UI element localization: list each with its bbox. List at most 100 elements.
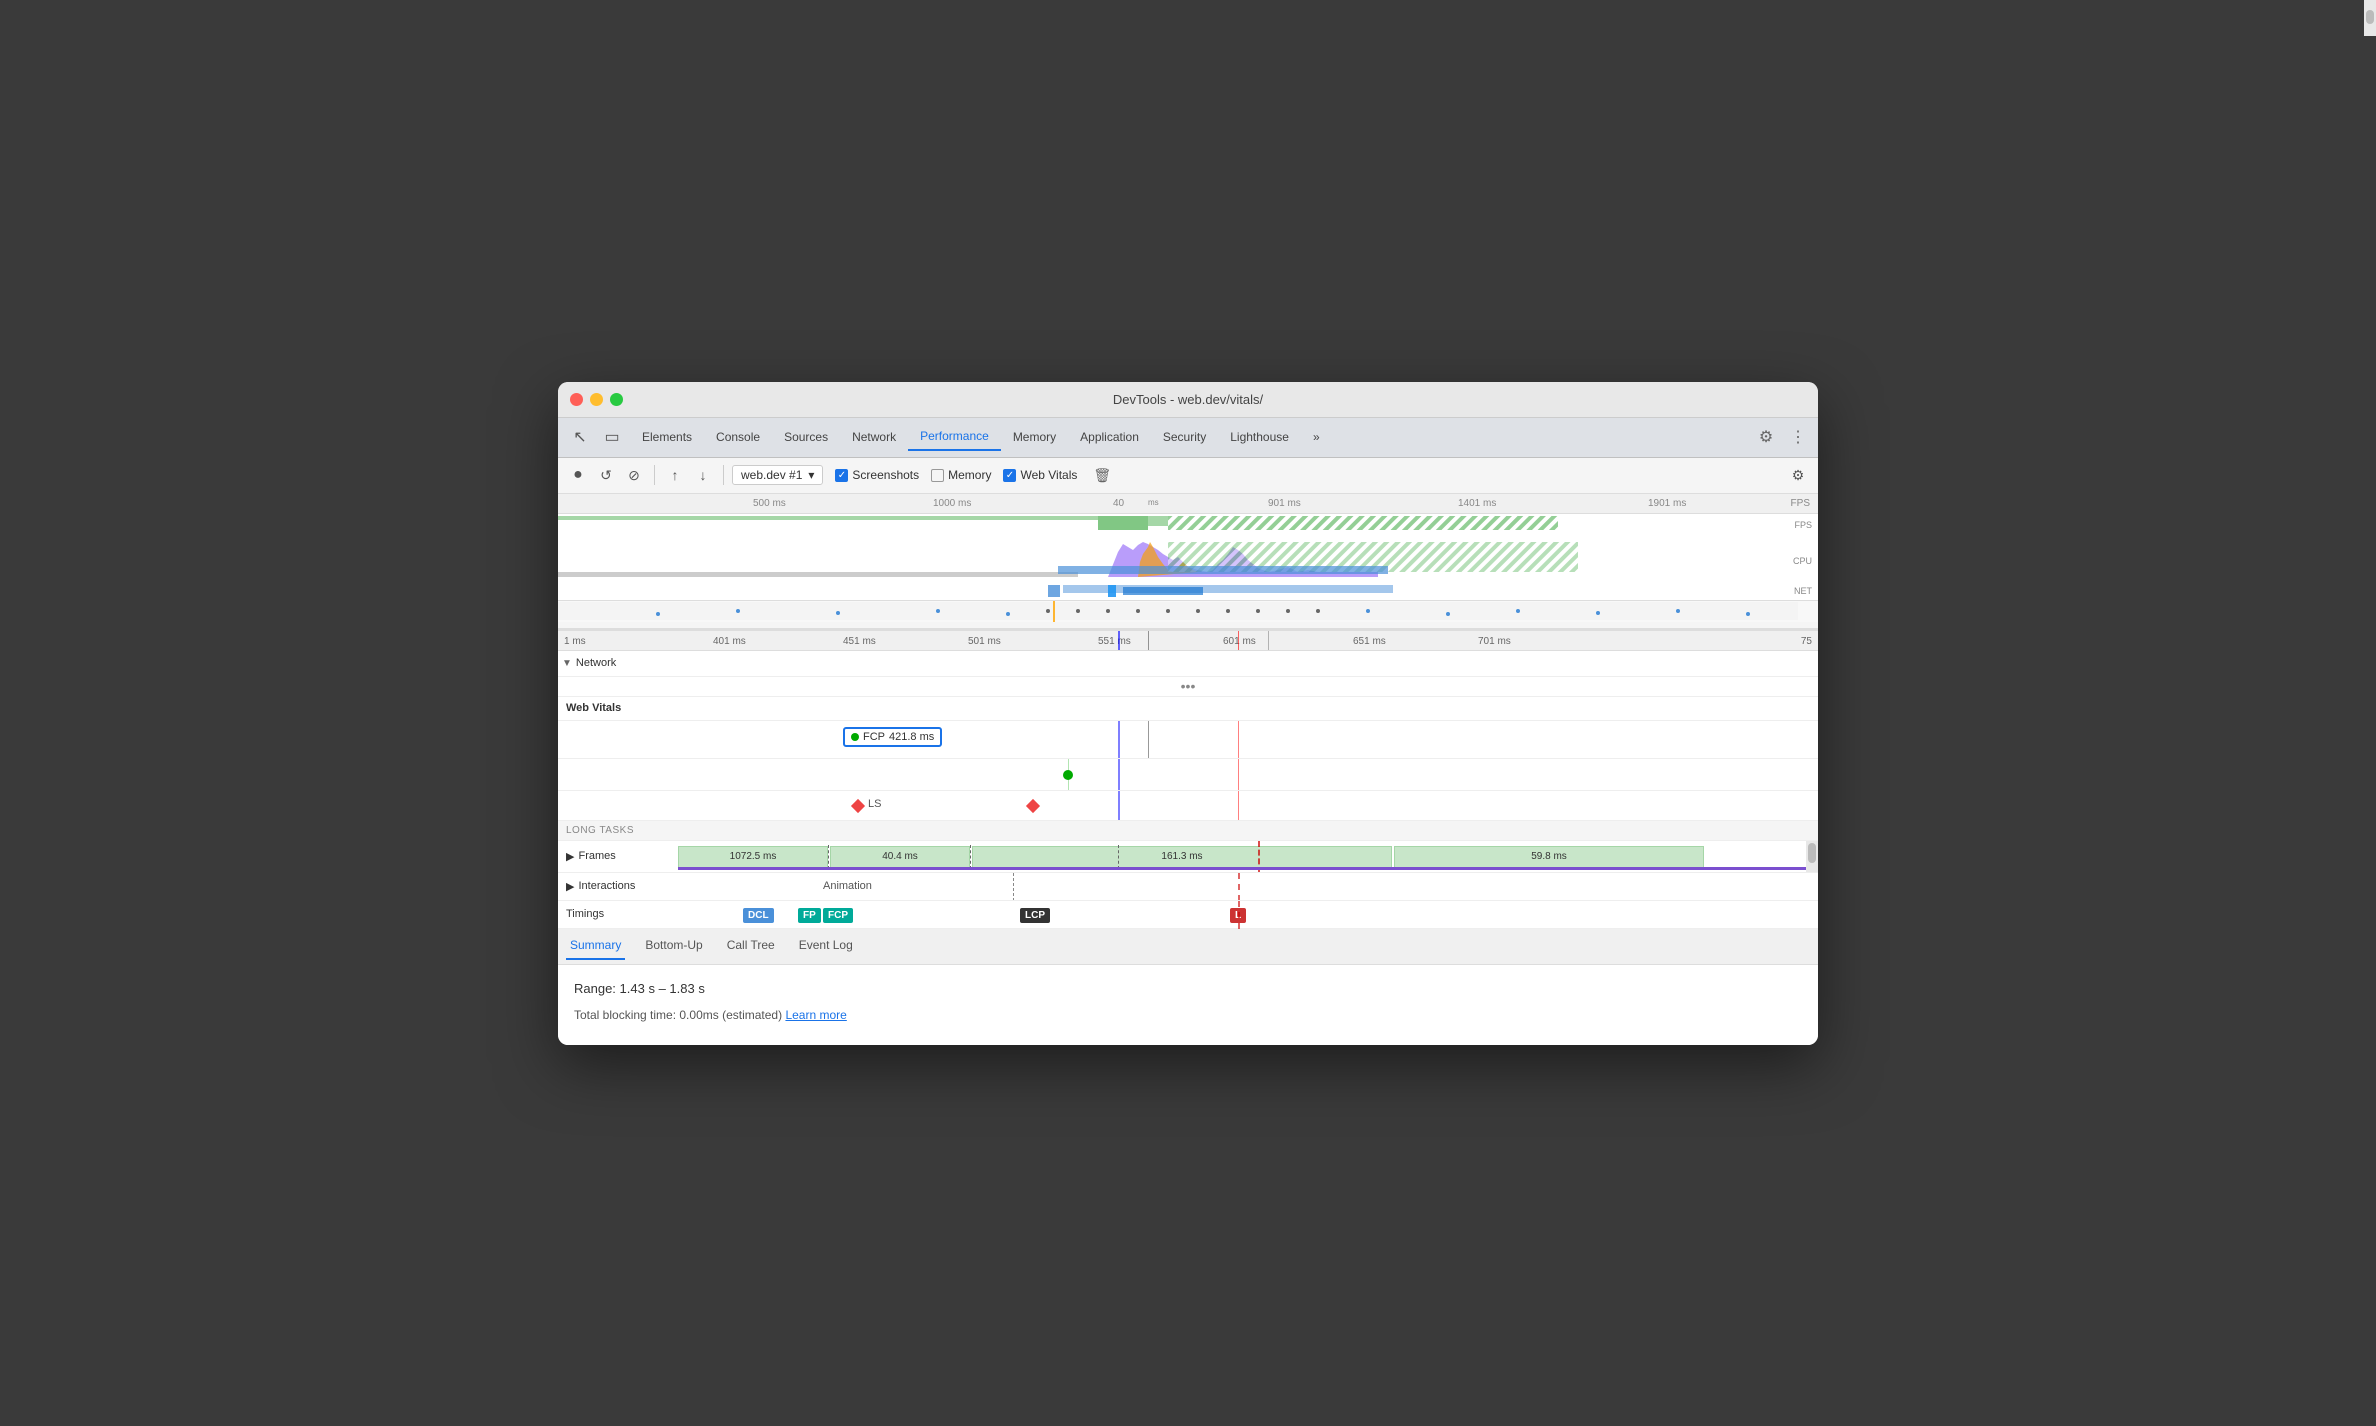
screenshots-chart xyxy=(558,600,1818,622)
web-vitals-rows: FCP 421.8 ms LS xyxy=(558,721,1818,821)
interactions-label-cell: ▶ Interactions xyxy=(558,880,678,893)
toolbar-separator-2 xyxy=(723,465,724,485)
frame-block-4[interactable]: 59.8 ms xyxy=(1394,846,1704,868)
frame-block-1[interactable]: 1072.5 ms xyxy=(678,846,828,868)
fcp-value: 421.8 ms xyxy=(889,731,934,743)
lcp-row xyxy=(558,759,1818,791)
vline-blue-fcp xyxy=(1118,721,1120,758)
frame-block-2[interactable]: 40.4 ms xyxy=(830,846,970,868)
ruler-tick-ms: ms xyxy=(1148,498,1159,507)
frame-block-2-label: 40.4 ms xyxy=(882,851,918,862)
tab-summary[interactable]: Summary xyxy=(566,932,625,960)
vline-blue-1 xyxy=(1118,631,1120,650)
timing-dcl[interactable]: DCL xyxy=(743,905,774,923)
frames-label-cell: ▶ Frames xyxy=(558,850,678,863)
device-icon[interactable]: ▭ xyxy=(598,423,626,451)
clear-button[interactable]: ⊘ xyxy=(622,463,646,487)
source-select[interactable]: web.dev #1 ▾ xyxy=(732,465,823,485)
frame-block-3[interactable]: 161.3 ms xyxy=(972,846,1392,868)
vline-blue-lcp xyxy=(1118,759,1120,790)
close-button[interactable] xyxy=(570,393,583,406)
frame-sep-3 xyxy=(1118,845,1119,869)
screenshots-checkbox[interactable]: ✓ Screenshots xyxy=(835,468,919,482)
download-button[interactable]: ↓ xyxy=(691,463,715,487)
interactions-expand-icon[interactable]: ▶ xyxy=(566,880,574,893)
reload-button[interactable]: ↺ xyxy=(594,463,618,487)
scrollbar-thumb-frames[interactable] xyxy=(1808,843,1816,863)
timing-lcp[interactable]: LCP xyxy=(1020,905,1050,923)
ruler-551ms: 551 ms xyxy=(1098,636,1131,647)
frames-expand-icon[interactable]: ▶ xyxy=(566,850,574,863)
tab-lighthouse[interactable]: Lighthouse xyxy=(1218,424,1301,450)
network-section-row: ▼ Network xyxy=(558,651,1818,677)
record-button[interactable]: ● xyxy=(566,463,590,487)
bottom-tabs: Summary Bottom-Up Call Tree Event Log xyxy=(558,929,1818,965)
tab-network[interactable]: Network xyxy=(840,424,908,450)
dots-label: ••• xyxy=(1181,678,1196,694)
interactions-red-dashed xyxy=(1238,873,1240,901)
minimize-button[interactable] xyxy=(590,393,603,406)
net-row: NET xyxy=(558,582,1818,600)
web-vitals-checkbox[interactable]: ✓ Web Vitals xyxy=(1003,468,1077,482)
frames-track: 1072.5 ms 40.4 ms 161.3 ms 59.8 ms xyxy=(678,845,1806,869)
frames-row: ▶ Frames 1072.5 ms 40.4 ms 161.3 ms 59.8… xyxy=(558,841,1818,873)
toolbar-separator-1 xyxy=(654,465,655,485)
tab-memory[interactable]: Memory xyxy=(1001,424,1068,450)
fcp-timing-badge: FCP xyxy=(823,908,853,923)
chevron-down-icon: ▾ xyxy=(808,468,814,482)
network-label: Network xyxy=(576,657,616,669)
toolbar-right: ⚙ xyxy=(1786,463,1810,487)
long-tasks-label: LONG TASKS xyxy=(566,825,634,836)
tab-event-log[interactable]: Event Log xyxy=(795,932,857,960)
animation-label: Animation xyxy=(823,880,872,892)
tabs-bar: ↖ ▭ Elements Console Sources Network Per… xyxy=(558,418,1818,458)
tab-security[interactable]: Security xyxy=(1151,424,1218,450)
fcp-badge[interactable]: FCP 421.8 ms xyxy=(843,727,942,747)
lcp-line xyxy=(1068,759,1069,790)
ruler-651ms: 651 ms xyxy=(1353,636,1386,647)
frame-sep-1 xyxy=(828,845,829,869)
network-expand-icon[interactable]: ▼ xyxy=(562,658,572,669)
maximize-button[interactable] xyxy=(610,393,623,406)
toolbar: ● ↺ ⊘ ↑ ↓ web.dev #1 ▾ ✓ Screenshots Mem… xyxy=(558,458,1818,494)
devtools-window: DevTools - web.dev/vitals/ ↖ ▭ Elements … xyxy=(558,382,1818,1045)
timeline-overview-area: 500 ms 1000 ms 40 ms 901 ms 1401 ms 1901… xyxy=(558,494,1818,629)
tab-console[interactable]: Console xyxy=(704,424,772,450)
timing-fp[interactable]: FP xyxy=(798,905,821,923)
ruler-1ms: 1 ms xyxy=(564,636,586,647)
fp-badge: FP xyxy=(798,908,821,923)
window-title: DevTools - web.dev/vitals/ xyxy=(1113,392,1263,407)
tab-more[interactable]: » xyxy=(1301,424,1332,450)
title-bar: DevTools - web.dev/vitals/ xyxy=(558,382,1818,418)
vline-red-fcp xyxy=(1238,721,1239,758)
scrollbar-frames xyxy=(1806,841,1818,872)
tab-performance[interactable]: Performance xyxy=(908,423,1001,451)
tab-call-tree[interactable]: Call Tree xyxy=(723,932,779,960)
timings-row: Timings DCL FP FCP LCP L xyxy=(558,901,1818,929)
tab-application[interactable]: Application xyxy=(1068,424,1151,450)
toolbar-settings-icon[interactable]: ⚙ xyxy=(1786,463,1810,487)
vline-dark-1 xyxy=(1148,631,1149,650)
fcp-row: FCP 421.8 ms xyxy=(558,721,1818,759)
vline-red-lcp xyxy=(1238,759,1239,790)
fps-chart xyxy=(558,514,1818,542)
timings-red-dashed xyxy=(1238,901,1240,929)
upload-button[interactable]: ↑ xyxy=(663,463,687,487)
tab-bottom-up[interactable]: Bottom-Up xyxy=(641,932,706,960)
vline-blue-ls xyxy=(1118,791,1120,820)
settings-icon[interactable]: ⚙ xyxy=(1754,425,1778,449)
learn-more-link[interactable]: Learn more xyxy=(785,1008,846,1022)
memory-checkbox[interactable]: Memory xyxy=(931,468,991,482)
tab-sources[interactable]: Sources xyxy=(772,424,840,450)
frame-block-4-label: 59.8 ms xyxy=(1531,851,1567,862)
tab-elements[interactable]: Elements xyxy=(630,424,704,450)
timing-fcp[interactable]: FCP xyxy=(823,905,853,923)
timings-label-cell: Timings xyxy=(558,908,678,920)
range-value: 1.43 s – 1.83 s xyxy=(620,981,705,996)
more-options-icon[interactable]: ⋮ xyxy=(1786,425,1810,449)
timeline-marker-orange xyxy=(1053,601,1055,622)
checkbox-group: ✓ Screenshots Memory ✓ Web Vitals 🗑 xyxy=(835,467,1111,484)
cursor-icon[interactable]: ↖ xyxy=(566,423,594,451)
tabs-right-icons: ⚙ ⋮ xyxy=(1754,425,1810,449)
trash-icon[interactable]: 🗑 xyxy=(1093,467,1111,484)
